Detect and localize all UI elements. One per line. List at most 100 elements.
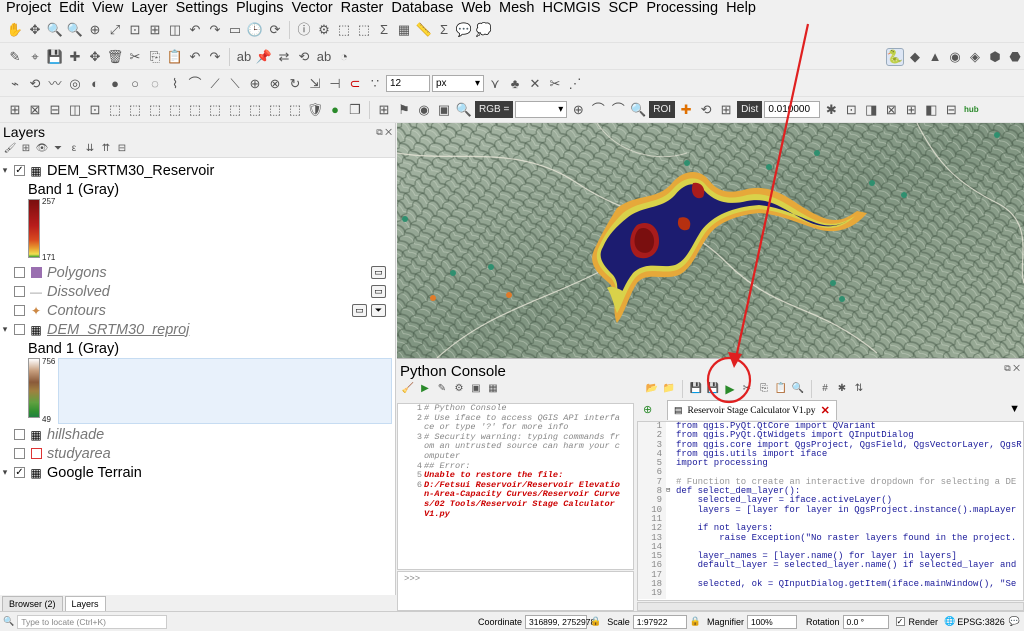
tab-list-icon[interactable]: ▼ xyxy=(1009,403,1020,415)
scp-dist-input[interactable]: 0.010000 xyxy=(764,101,821,118)
scp-icon-6[interactable]: ◧ xyxy=(922,101,940,119)
snapping-mode-icon[interactable]: ∵ xyxy=(366,75,384,93)
editor-tab[interactable]: ▤ Reservoir Stage Calculator V1.py ✕ xyxy=(667,400,837,420)
help-icon[interactable]: ▣ xyxy=(469,382,483,396)
zoom-next-icon[interactable]: ↷ xyxy=(206,21,224,39)
menu-web[interactable]: Web xyxy=(457,0,495,17)
collapse-all-icon[interactable]: ⇈ xyxy=(99,142,113,156)
move-feature-icon[interactable]: ✥ xyxy=(86,48,104,66)
scp-icon-4[interactable]: ⊠ xyxy=(882,101,900,119)
console-output[interactable]: 1 # Python Console 2 # Use iface to access … xyxy=(397,403,634,570)
menu-help[interactable]: Help xyxy=(722,0,760,17)
pan-icon[interactable]: ✋ xyxy=(6,21,24,39)
menu-project[interactable]: Project xyxy=(2,0,55,17)
layers-copy-icon[interactable]: ❐ xyxy=(346,101,364,119)
open-in-external-icon[interactable]: 📁 xyxy=(662,382,676,396)
tab-browser[interactable]: Browser (2) xyxy=(2,596,63,611)
menu-mesh[interactable]: Mesh xyxy=(495,0,538,17)
panel-float-close-icons[interactable]: ⧉ ✕ xyxy=(1004,363,1020,374)
lock-icon[interactable]: 🔒 xyxy=(690,616,701,627)
label-change-icon[interactable]: ab xyxy=(315,48,333,66)
fill-ring-icon[interactable]: ● xyxy=(106,75,124,93)
delete-ring-icon[interactable]: ○ xyxy=(126,75,144,93)
layer-item[interactable]: ✦ Contours xyxy=(0,301,106,320)
map-tool-icon-2[interactable]: ⊠ xyxy=(26,101,44,119)
layer-item[interactable]: ▦ hillshade xyxy=(0,425,104,444)
scp-zoom-roi-icon[interactable]: 🔍 xyxy=(629,101,647,119)
snap-tolerance-input[interactable]: 12 xyxy=(386,75,430,92)
map-tool-icon-3[interactable]: ⊟ xyxy=(46,101,64,119)
add-group-icon[interactable]: ⊞ xyxy=(19,142,33,156)
zoom-selection-icon[interactable]: ⊡ xyxy=(126,21,144,39)
menu-edit[interactable]: Edit xyxy=(55,0,88,17)
layer-checkbox[interactable] xyxy=(14,305,25,316)
menu-hcmgis[interactable]: HCMGIS xyxy=(539,0,605,17)
hub-icon[interactable]: hub xyxy=(962,101,980,119)
horizontal-scrollbar[interactable] xyxy=(637,602,1024,611)
zoom-native-icon[interactable]: ◫ xyxy=(166,21,184,39)
layer-checkbox[interactable] xyxy=(14,286,25,297)
deselect-icon[interactable]: ⬚ xyxy=(355,21,373,39)
scale-field[interactable]: 1:97922 xyxy=(632,614,687,629)
rotation-field[interactable]: 0.0 ° xyxy=(842,614,889,629)
menu-settings[interactable]: Settings xyxy=(172,0,232,17)
lock-icon[interactable]: 🔒 xyxy=(590,616,601,627)
label-pin-icon[interactable]: 📌 xyxy=(255,48,273,66)
map-tool-icon-12[interactable]: ⬚ xyxy=(226,101,244,119)
snap-cross-icon[interactable]: ✕ xyxy=(526,75,544,93)
close-icon[interactable]: ✕ xyxy=(821,404,830,417)
map-tool-icon-11[interactable]: ⬚ xyxy=(206,101,224,119)
scp-band-set-icon[interactable]: ⊞ xyxy=(375,101,393,119)
layer-item[interactable]: studyarea xyxy=(0,444,111,463)
offset-curve-icon[interactable]: ⌒ xyxy=(186,75,204,93)
save-icon[interactable]: 💾 xyxy=(689,382,703,396)
scp-icon-7[interactable]: ⊟ xyxy=(942,101,960,119)
scp-rgb-select[interactable]: ▾ xyxy=(515,101,568,118)
manage-themes-icon[interactable]: 👁 xyxy=(35,142,49,156)
pan-to-selection-icon[interactable]: ✥ xyxy=(26,21,44,39)
layer-checkbox[interactable] xyxy=(14,448,25,459)
copy-icon[interactable]: ⎘ xyxy=(146,48,164,66)
collapse-icon[interactable]: ▾ xyxy=(0,324,10,335)
rotate-symbols-icon[interactable]: ↻ xyxy=(286,75,304,93)
fold-marker[interactable] xyxy=(666,552,676,561)
cut-icon[interactable]: ✂ xyxy=(740,382,754,396)
scp-arc-icon-2[interactable]: ⌒ xyxy=(609,101,627,119)
fold-marker[interactable] xyxy=(666,571,676,580)
menu-layer[interactable]: Layer xyxy=(127,0,171,17)
memory-layer-icon[interactable]: ▭ xyxy=(371,266,386,279)
remove-layer-icon[interactable]: ⊟ xyxy=(115,142,129,156)
map-tool-icon-6[interactable]: ⬚ xyxy=(106,101,124,119)
menu-processing[interactable]: Processing xyxy=(642,0,722,17)
snap-units-select[interactable]: px ▾ xyxy=(432,75,484,92)
attribute-table-icon[interactable]: ▦ xyxy=(395,21,413,39)
find-icon[interactable]: 🔍 xyxy=(791,382,805,396)
statistics-icon[interactable]: Σ xyxy=(435,21,453,39)
delete-part-icon[interactable]: ◌ xyxy=(146,75,164,93)
map-tool-icon-7[interactable]: ⬚ xyxy=(126,101,144,119)
measure-icon[interactable]: 📏 xyxy=(415,21,433,39)
fold-marker[interactable] xyxy=(666,515,676,524)
scp-icon-3[interactable]: ◨ xyxy=(862,101,880,119)
plugin-icon-2[interactable]: ▲ xyxy=(926,48,944,66)
fold-marker[interactable] xyxy=(666,468,676,477)
scp-icon-2[interactable]: ⊡ xyxy=(842,101,860,119)
map-tool-icon-9[interactable]: ⬚ xyxy=(166,101,184,119)
fold-marker[interactable] xyxy=(666,589,676,598)
fold-marker[interactable] xyxy=(666,506,676,515)
actions-icon[interactable]: ⚙ xyxy=(315,21,333,39)
plugin-icon-1[interactable]: ◆ xyxy=(906,48,924,66)
cut-icon[interactable]: ✂ xyxy=(126,48,144,66)
layer-item[interactable]: — Dissolved xyxy=(0,282,110,301)
reshape-icon[interactable]: ⌇ xyxy=(166,75,184,93)
scp-icon-5[interactable]: ⊞ xyxy=(902,101,920,119)
filter-icon[interactable]: ⏷ xyxy=(371,304,386,317)
trim-extend-icon[interactable]: ⊣ xyxy=(326,75,344,93)
globe-icon[interactable]: 🌐 xyxy=(944,616,955,627)
shield-icon[interactable]: 🛡 xyxy=(306,101,324,119)
plugin-icon-4[interactable]: ◈ xyxy=(966,48,984,66)
save-edits-icon[interactable]: 💾 xyxy=(46,48,64,66)
zoom-out-icon[interactable]: 🔍 xyxy=(66,21,84,39)
add-part-icon[interactable]: ◐ xyxy=(86,75,104,93)
add-feature-icon[interactable]: ✚ xyxy=(66,48,84,66)
